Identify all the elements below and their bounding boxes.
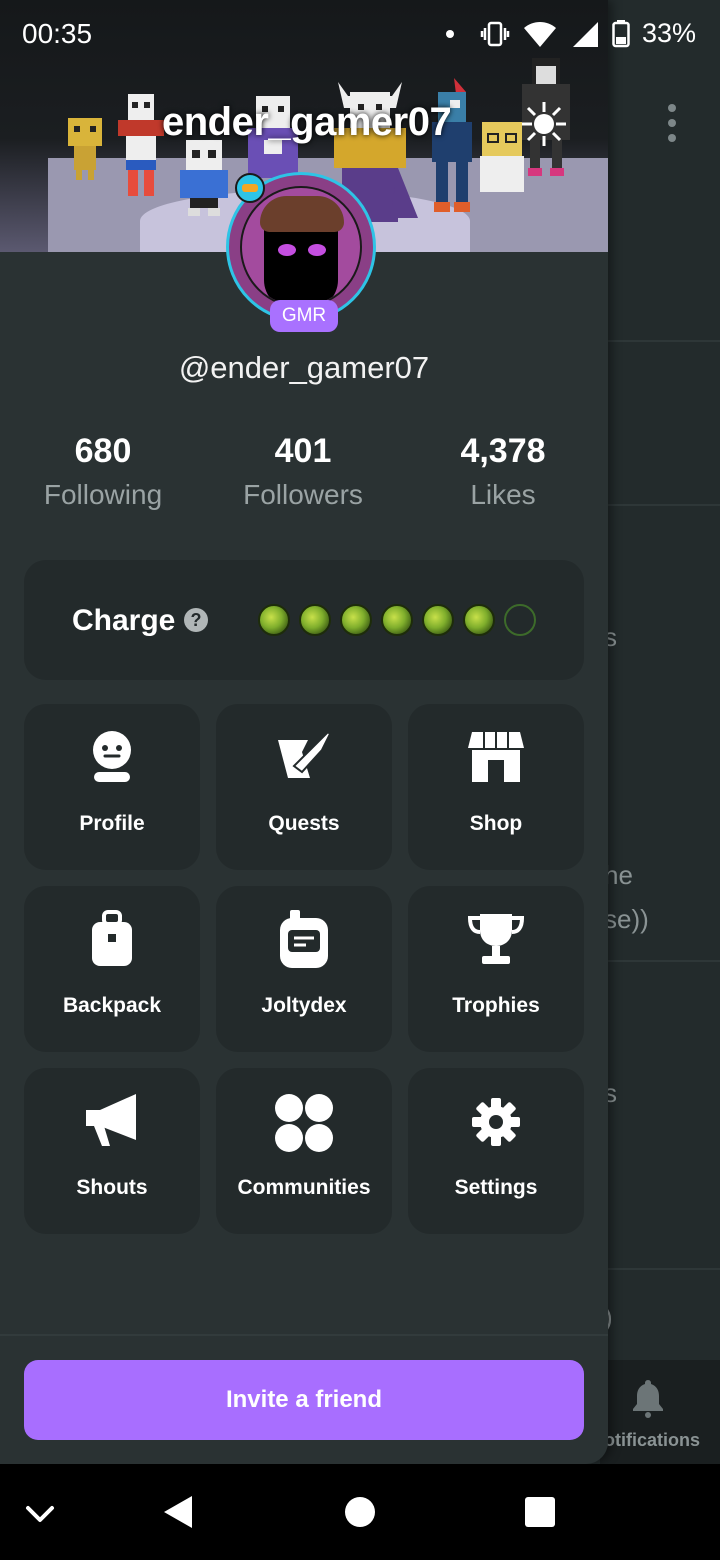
charge-panel: Charge ? [24,560,584,680]
menu-tile-joltydex[interactable]: Joltydex [216,886,392,1052]
divider [608,960,720,962]
menu-tile-shouts[interactable]: Shouts [24,1068,200,1234]
help-icon[interactable]: ? [184,608,208,632]
notifications-tab[interactable]: otifications [600,1360,720,1464]
battery-percent: 33% [641,18,696,48]
charge-orb-full-icon [258,604,290,636]
wifi-icon [523,21,556,47]
status-badge: GMR [270,300,338,332]
stat-label: Likes [470,479,536,510]
back-icon[interactable] [148,1482,208,1542]
stat-followers[interactable]: 401 Followers [203,432,403,511]
stat-label: Following [43,479,163,510]
joltydex-icon [280,910,328,968]
charge-orb-full-icon [340,604,372,636]
clock: 00:35 [22,18,93,49]
trophy-icon [467,914,525,964]
quests-icon [278,730,332,778]
divider [608,1268,720,1270]
backpack-icon [92,910,132,966]
system-nav-bar [0,1464,720,1560]
menu-tile-label: Shop [469,812,523,835]
user-handle: @ender_gamer07 [178,350,430,385]
stat-value: 4,378 [460,432,546,470]
charge-orb-full-icon [463,604,495,636]
character-sprite-icon [68,118,102,180]
avatar[interactable]: GMR [226,172,382,332]
charge-orb-full-icon [381,604,413,636]
bell-icon [633,1380,663,1418]
menu-tile-label: Communities [237,1176,371,1199]
banner-username: ender_gamer07 [162,100,452,144]
profile-icon [93,731,131,782]
notifications-label: otifications [604,1430,701,1450]
menu-tile-label: Profile [79,812,145,835]
charge-meter [258,604,536,636]
status-bar: 00:35 33% [0,0,720,64]
notification-dot-icon [445,29,454,38]
charge-orb-empty-icon [504,604,536,636]
divider [608,340,720,342]
recents-icon[interactable] [510,1482,570,1542]
menu-tile-label: Settings [454,1176,538,1199]
divider [608,504,720,506]
stat-label: Followers [243,479,363,510]
menu-tile-label: Shouts [76,1176,148,1199]
menu-tile-trophies[interactable]: Trophies [408,886,584,1052]
megaphone-icon [86,1094,136,1146]
character-sprite-icon [432,78,472,212]
menu-tile-label: Trophies [452,994,540,1017]
stat-following[interactable]: 680 Following [3,432,203,511]
communities-icon [275,1094,333,1152]
menu-tile-shop[interactable]: Shop [408,704,584,870]
stat-value: 680 [74,432,132,470]
menu-tile-label: Joltydex [261,994,347,1017]
charge-label: Charge [72,604,176,637]
menu-tile-quests[interactable]: Quests [216,704,392,870]
sparkle-icon [522,102,566,146]
menu-tile-label: Backpack [62,994,162,1017]
home-icon[interactable] [330,1482,390,1542]
vibrate-icon [480,21,510,46]
signal-icon [572,21,598,47]
gear-icon [472,1098,520,1146]
overflow-menu-icon[interactable] [660,100,684,146]
chevron-down-icon[interactable] [10,1482,70,1542]
divider [0,1334,608,1336]
background-text: he [604,860,633,890]
charge-orb-full-icon [299,604,331,636]
battery-icon [612,19,630,47]
stat-value: 401 [274,432,332,470]
menu-tile-backpack[interactable]: Backpack [24,886,200,1052]
invite-friend-button[interactable]: Invite a friend [24,1360,584,1440]
frame-decoration-icon [235,173,265,203]
menu-tile-label: Quests [268,812,340,835]
charge-orb-full-icon [422,604,454,636]
shop-icon [468,732,524,782]
stat-likes[interactable]: 4,378 Likes [403,432,603,511]
menu-tile-settings[interactable]: Settings [408,1068,584,1234]
character-sprite-icon [180,140,228,216]
menu-tile-communities[interactable]: Communities [216,1068,392,1234]
background-text: se)) [604,904,649,934]
side-drawer: ender_gamer07 GMR @ender_gamer07 680 Fol… [0,0,608,1464]
menu-tile-profile[interactable]: Profile [24,704,200,870]
